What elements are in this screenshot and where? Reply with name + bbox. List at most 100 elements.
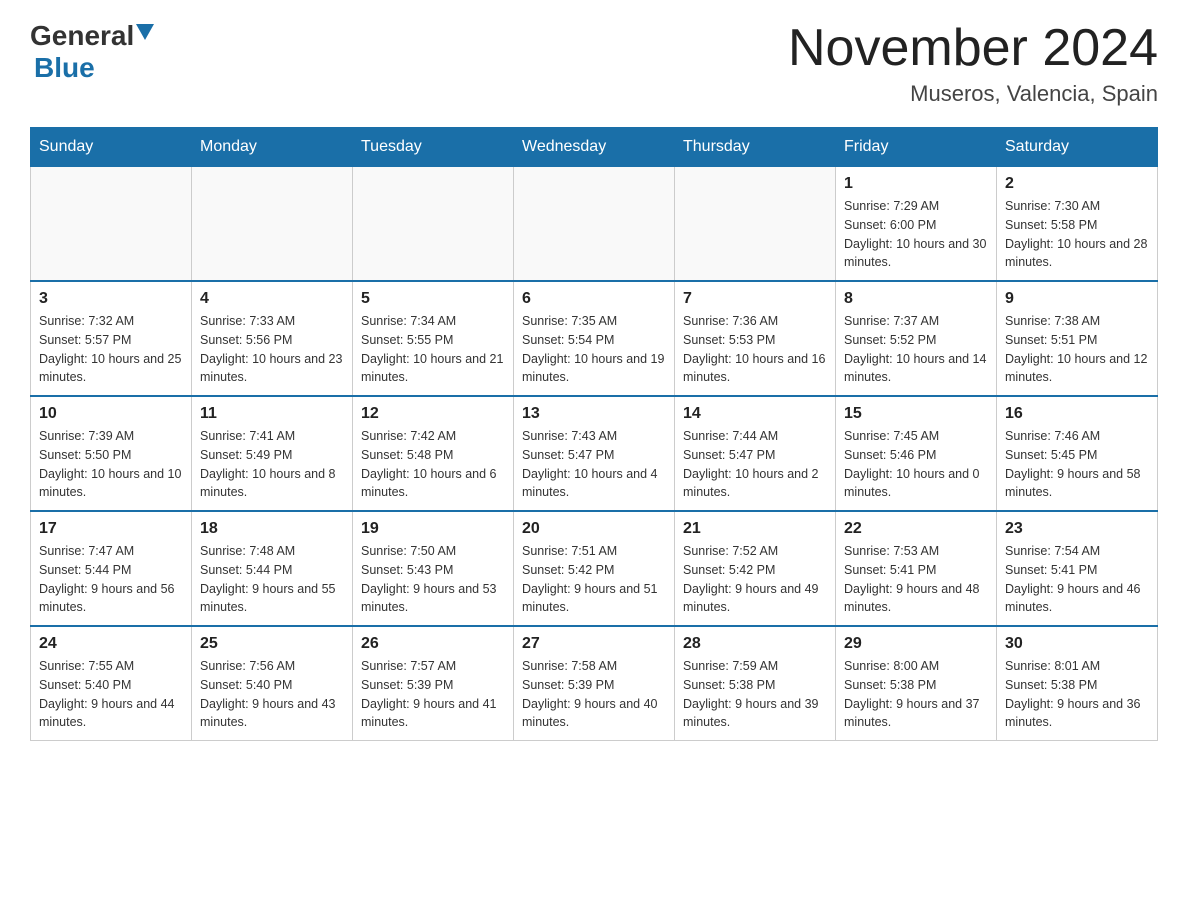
day-number: 22 bbox=[844, 520, 988, 538]
day-number: 26 bbox=[361, 635, 505, 653]
day-info: Sunrise: 7:52 AMSunset: 5:42 PMDaylight:… bbox=[683, 542, 827, 617]
day-info: Sunrise: 7:56 AMSunset: 5:40 PMDaylight:… bbox=[200, 657, 344, 732]
calendar-day-cell: 13 Sunrise: 7:43 AMSunset: 5:47 PMDayligh… bbox=[514, 396, 675, 511]
day-info: Sunrise: 7:43 AMSunset: 5:47 PMDaylight:… bbox=[522, 427, 666, 502]
day-number: 18 bbox=[200, 520, 344, 538]
day-info: Sunrise: 7:44 AMSunset: 5:47 PMDaylight:… bbox=[683, 427, 827, 502]
calendar-day-cell bbox=[31, 167, 192, 282]
day-info: Sunrise: 7:30 AMSunset: 5:58 PMDaylight:… bbox=[1005, 197, 1149, 272]
day-number: 13 bbox=[522, 405, 666, 423]
calendar-day-cell: 23 Sunrise: 7:54 AMSunset: 5:41 PMDayligh… bbox=[997, 511, 1158, 626]
day-number: 12 bbox=[361, 405, 505, 423]
calendar-day-cell: 9 Sunrise: 7:38 AMSunset: 5:51 PMDaylight… bbox=[997, 281, 1158, 396]
calendar-week-row: 3 Sunrise: 7:32 AMSunset: 5:57 PMDaylight… bbox=[31, 281, 1158, 396]
day-info: Sunrise: 7:36 AMSunset: 5:53 PMDaylight:… bbox=[683, 312, 827, 387]
calendar-day-cell: 8Sunrise: 7:37 AMSunset: 5:52 PMDaylight… bbox=[836, 281, 997, 396]
day-number: 1 bbox=[844, 175, 988, 193]
day-number: 24 bbox=[39, 635, 183, 653]
calendar-day-cell: 21 Sunrise: 7:52 AMSunset: 5:42 PMDayligh… bbox=[675, 511, 836, 626]
day-info: Sunrise: 7:59 AMSunset: 5:38 PMDaylight:… bbox=[683, 657, 827, 732]
weekday-header-wednesday: Wednesday bbox=[514, 128, 675, 167]
day-info: Sunrise: 7:51 AMSunset: 5:42 PMDaylight:… bbox=[522, 542, 666, 617]
day-info: Sunrise: 7:41 AMSunset: 5:49 PMDaylight:… bbox=[200, 427, 344, 502]
logo-blue-text: Blue bbox=[34, 52, 95, 83]
day-info: Sunrise: 7:48 AMSunset: 5:44 PMDaylight:… bbox=[200, 542, 344, 617]
day-number: 21 bbox=[683, 520, 827, 538]
day-number: 14 bbox=[683, 405, 827, 423]
calendar-day-cell: 20 Sunrise: 7:51 AMSunset: 5:42 PMDayligh… bbox=[514, 511, 675, 626]
day-info: Sunrise: 7:55 AMSunset: 5:40 PMDaylight:… bbox=[39, 657, 183, 732]
day-number: 11 bbox=[200, 405, 344, 423]
calendar-day-cell: 2Sunrise: 7:30 AMSunset: 5:58 PMDaylight… bbox=[997, 167, 1158, 282]
calendar-day-cell: 29 Sunrise: 8:00 AMSunset: 5:38 PMDayligh… bbox=[836, 626, 997, 741]
day-number: 17 bbox=[39, 520, 183, 538]
calendar-day-cell: 14 Sunrise: 7:44 AMSunset: 5:47 PMDayligh… bbox=[675, 396, 836, 511]
calendar-week-row: 17 Sunrise: 7:47 AMSunset: 5:44 PMDayligh… bbox=[31, 511, 1158, 626]
day-number: 6 bbox=[522, 290, 666, 308]
day-info: Sunrise: 7:54 AMSunset: 5:41 PMDaylight:… bbox=[1005, 542, 1149, 617]
day-number: 15 bbox=[844, 405, 988, 423]
day-info: Sunrise: 7:47 AMSunset: 5:44 PMDaylight:… bbox=[39, 542, 183, 617]
calendar-week-row: 1 Sunrise: 7:29 AMSunset: 6:00 PMDaylight… bbox=[31, 167, 1158, 282]
day-number: 10 bbox=[39, 405, 183, 423]
day-number: 28 bbox=[683, 635, 827, 653]
calendar-day-cell: 10Sunrise: 7:39 AMSunset: 5:50 PMDayligh… bbox=[31, 396, 192, 511]
calendar-day-cell: 12 Sunrise: 7:42 AMSunset: 5:48 PMDayligh… bbox=[353, 396, 514, 511]
day-info: Sunrise: 7:38 AMSunset: 5:51 PMDaylight:… bbox=[1005, 312, 1149, 387]
calendar-day-cell bbox=[353, 167, 514, 282]
calendar-week-row: 24 Sunrise: 7:55 AMSunset: 5:40 PMDayligh… bbox=[31, 626, 1158, 741]
calendar-week-row: 10Sunrise: 7:39 AMSunset: 5:50 PMDayligh… bbox=[31, 396, 1158, 511]
day-info: Sunrise: 7:34 AMSunset: 5:55 PMDaylight:… bbox=[361, 312, 505, 387]
calendar-day-cell: 26 Sunrise: 7:57 AMSunset: 5:39 PMDayligh… bbox=[353, 626, 514, 741]
day-info: Sunrise: 7:57 AMSunset: 5:39 PMDaylight:… bbox=[361, 657, 505, 732]
day-number: 3 bbox=[39, 290, 183, 308]
day-info: Sunrise: 7:32 AMSunset: 5:57 PMDaylight:… bbox=[39, 312, 183, 387]
calendar-header-row: SundayMondayTuesdayWednesdayThursdayFrid… bbox=[31, 128, 1158, 167]
calendar-day-cell: 18 Sunrise: 7:48 AMSunset: 5:44 PMDayligh… bbox=[192, 511, 353, 626]
calendar-day-cell: 25 Sunrise: 7:56 AMSunset: 5:40 PMDayligh… bbox=[192, 626, 353, 741]
day-info: Sunrise: 7:42 AMSunset: 5:48 PMDaylight:… bbox=[361, 427, 505, 502]
calendar-table: SundayMondayTuesdayWednesdayThursdayFrid… bbox=[30, 127, 1158, 741]
weekday-header-thursday: Thursday bbox=[675, 128, 836, 167]
logo-general-text: General bbox=[30, 20, 134, 52]
weekday-header-friday: Friday bbox=[836, 128, 997, 167]
calendar-day-cell: 16Sunrise: 7:46 AMSunset: 5:45 PMDayligh… bbox=[997, 396, 1158, 511]
calendar-day-cell bbox=[514, 167, 675, 282]
calendar-day-cell: 22Sunrise: 7:53 AMSunset: 5:41 PMDayligh… bbox=[836, 511, 997, 626]
calendar-day-cell: 28 Sunrise: 7:59 AMSunset: 5:38 PMDayligh… bbox=[675, 626, 836, 741]
day-number: 8 bbox=[844, 290, 988, 308]
calendar-day-cell: 24 Sunrise: 7:55 AMSunset: 5:40 PMDayligh… bbox=[31, 626, 192, 741]
day-info: Sunrise: 7:45 AMSunset: 5:46 PMDaylight:… bbox=[844, 427, 988, 502]
calendar-day-cell: 4Sunrise: 7:33 AMSunset: 5:56 PMDaylight… bbox=[192, 281, 353, 396]
calendar-day-cell: 27 Sunrise: 7:58 AMSunset: 5:39 PMDayligh… bbox=[514, 626, 675, 741]
calendar-day-cell: 19 Sunrise: 7:50 AMSunset: 5:43 PMDayligh… bbox=[353, 511, 514, 626]
calendar-day-cell: 1 Sunrise: 7:29 AMSunset: 6:00 PMDaylight… bbox=[836, 167, 997, 282]
day-info: Sunrise: 7:29 AMSunset: 6:00 PMDaylight:… bbox=[844, 197, 988, 272]
weekday-header-tuesday: Tuesday bbox=[353, 128, 514, 167]
weekday-header-saturday: Saturday bbox=[997, 128, 1158, 167]
logo: General Blue bbox=[30, 20, 154, 84]
day-number: 23 bbox=[1005, 520, 1149, 538]
day-number: 9 bbox=[1005, 290, 1149, 308]
day-number: 16 bbox=[1005, 405, 1149, 423]
day-info: Sunrise: 7:50 AMSunset: 5:43 PMDaylight:… bbox=[361, 542, 505, 617]
day-info: Sunrise: 7:35 AMSunset: 5:54 PMDaylight:… bbox=[522, 312, 666, 387]
calendar-day-cell: 6 Sunrise: 7:35 AMSunset: 5:54 PMDaylight… bbox=[514, 281, 675, 396]
title-area: November 2024 Museros, Valencia, Spain bbox=[788, 20, 1158, 107]
day-number: 20 bbox=[522, 520, 666, 538]
day-number: 29 bbox=[844, 635, 988, 653]
month-title: November 2024 bbox=[788, 20, 1158, 77]
calendar-day-cell bbox=[192, 167, 353, 282]
day-number: 25 bbox=[200, 635, 344, 653]
day-info: Sunrise: 7:58 AMSunset: 5:39 PMDaylight:… bbox=[522, 657, 666, 732]
day-info: Sunrise: 8:00 AMSunset: 5:38 PMDaylight:… bbox=[844, 657, 988, 732]
day-number: 5 bbox=[361, 290, 505, 308]
calendar-day-cell: 15 Sunrise: 7:45 AMSunset: 5:46 PMDayligh… bbox=[836, 396, 997, 511]
day-number: 27 bbox=[522, 635, 666, 653]
calendar-day-cell: 5 Sunrise: 7:34 AMSunset: 5:55 PMDaylight… bbox=[353, 281, 514, 396]
calendar-day-cell: 11 Sunrise: 7:41 AMSunset: 5:49 PMDayligh… bbox=[192, 396, 353, 511]
day-number: 19 bbox=[361, 520, 505, 538]
calendar-day-cell: 17 Sunrise: 7:47 AMSunset: 5:44 PMDayligh… bbox=[31, 511, 192, 626]
logo-triangle-icon bbox=[136, 24, 154, 45]
page-header: General Blue November 2024 Museros, Vale… bbox=[30, 20, 1158, 107]
